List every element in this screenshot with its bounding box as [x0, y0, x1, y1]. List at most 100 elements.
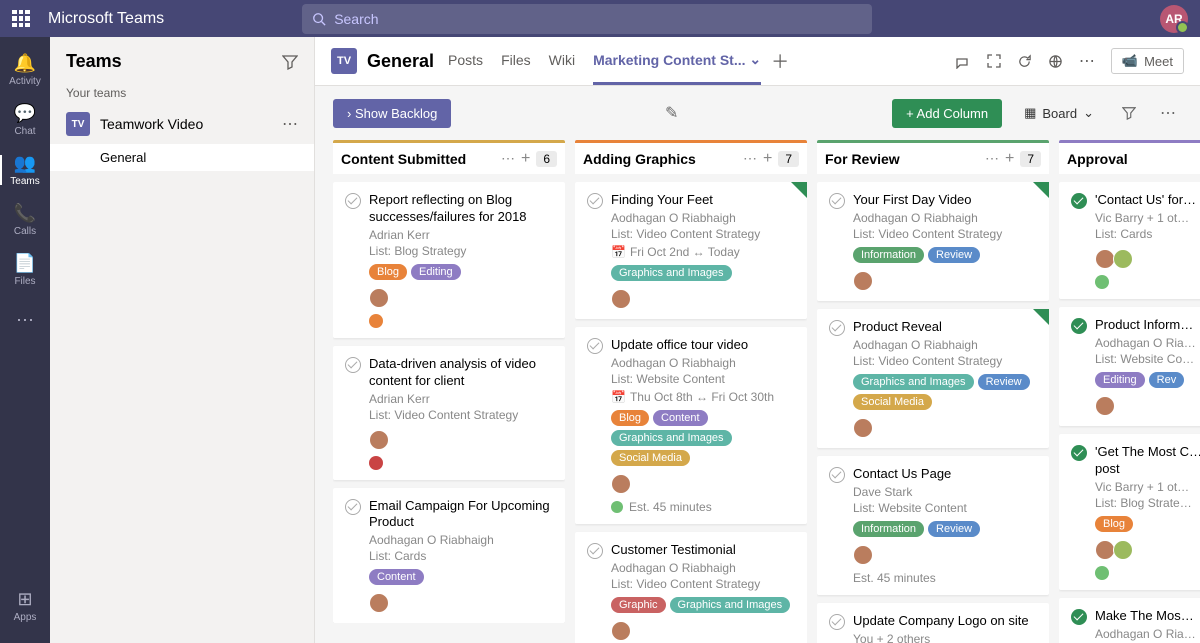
card[interactable]: 'Get The Most C…' Medium postVic Barry +… [1059, 434, 1200, 590]
column-header[interactable]: For Review ⋯ + 7 [817, 140, 1049, 174]
tab-wiki[interactable]: Wiki [549, 37, 575, 85]
card[interactable]: Update office tour videoAodhagan O Riabh… [575, 327, 807, 524]
check-icon[interactable] [1071, 193, 1087, 209]
column-more-icon[interactable]: ⋯ [501, 150, 515, 167]
teams-panel: Teams Your teams TV Teamwork Video ⋯ Gen… [50, 37, 315, 643]
check-icon[interactable] [1071, 445, 1087, 461]
assignee-avatar[interactable] [611, 621, 631, 641]
card-tags: BlogContentGraphics and ImagesSocial Med… [611, 410, 795, 466]
filter-icon[interactable] [282, 54, 298, 70]
check-icon[interactable] [345, 193, 361, 209]
rail-calls[interactable]: 📞Calls [0, 195, 50, 245]
check-icon[interactable] [829, 193, 845, 209]
card[interactable]: Data-driven analysis of video content fo… [333, 346, 565, 480]
card-list: List: Video Content Strategy [611, 227, 795, 241]
column-add-icon[interactable]: + [763, 150, 772, 168]
column-title: Content Submitted [341, 151, 495, 167]
column-add-icon[interactable]: + [1005, 150, 1014, 168]
add-column-button[interactable]: + Add Column [892, 99, 1002, 128]
team-row[interactable]: TV Teamwork Video ⋯ [50, 104, 314, 144]
tab-marketing[interactable]: Marketing Content St... ⌄ [593, 37, 761, 85]
assignee-avatar[interactable] [369, 593, 389, 613]
check-icon[interactable] [587, 193, 603, 209]
column-header[interactable]: Content Submitted ⋯ + 6 [333, 140, 565, 174]
channel-item[interactable]: General [50, 144, 314, 171]
card[interactable]: Report reflecting on Blog successes/fail… [333, 182, 565, 338]
card-tags: Blog [1095, 516, 1200, 532]
check-icon[interactable] [345, 357, 361, 373]
show-backlog-button[interactable]: › Show Backlog [333, 99, 451, 128]
rail-activity[interactable]: 🔔Activity [0, 45, 50, 95]
assignee-avatar[interactable] [1113, 540, 1133, 560]
card-owner: You + 2 others [853, 632, 1037, 643]
card[interactable]: Product Inform…Aodhagan O Ria…List: Webs… [1059, 307, 1200, 426]
add-tab-button[interactable]: ＋ [771, 48, 789, 74]
assignee-avatar[interactable] [369, 288, 389, 308]
expand-icon[interactable] [987, 54, 1001, 68]
check-icon[interactable] [829, 467, 845, 483]
check-icon[interactable] [1071, 609, 1087, 625]
card[interactable]: Make The Mos…Aodhagan O Ria… [1059, 598, 1200, 643]
tag: Review [928, 247, 980, 263]
teams-icon: 👥 [14, 153, 36, 174]
view-switcher[interactable]: ▦Board⌄ [1014, 99, 1104, 127]
assignee-avatar[interactable] [369, 430, 389, 450]
card[interactable]: Finding Your FeetAodhagan O RiabhaighLis… [575, 182, 807, 319]
column-header[interactable]: Adding Graphics ⋯ + 7 [575, 140, 807, 174]
rail-more[interactable]: ⋯ [0, 295, 50, 345]
chevron-down-icon: ⌄ [749, 51, 761, 68]
board: Content Submitted ⋯ + 6 Report reflectin… [315, 140, 1200, 643]
card-tags: BlogEditing [369, 264, 553, 280]
card[interactable]: Email Campaign For Upcoming ProductAodha… [333, 488, 565, 624]
pencil-icon[interactable]: ✎ [659, 97, 684, 129]
assignee-avatar[interactable] [611, 289, 631, 309]
assignee-avatar[interactable] [1095, 396, 1115, 416]
assignee-avatar[interactable] [611, 474, 631, 494]
more-icon[interactable]: ⋯ [1079, 51, 1095, 71]
card[interactable]: Contact Us PageDave StarkList: Website C… [817, 456, 1049, 595]
team-more-icon[interactable]: ⋯ [282, 114, 298, 134]
rail-chat[interactable]: 💬Chat [0, 95, 50, 145]
tab-posts[interactable]: Posts [448, 37, 483, 85]
assignee-avatar[interactable] [853, 418, 873, 438]
column-more-icon[interactable]: ⋯ [985, 150, 999, 167]
card[interactable]: Your First Day VideoAodhagan O Riabhaigh… [817, 182, 1049, 301]
column-header[interactable]: Approval ⋯ + [1059, 140, 1200, 174]
refresh-icon[interactable] [1017, 54, 1032, 69]
check-icon[interactable] [829, 320, 845, 336]
check-icon[interactable] [345, 499, 361, 515]
column-more-icon[interactable]: ⋯ [743, 150, 757, 167]
assignee-avatar[interactable] [1113, 249, 1133, 269]
more-icon[interactable]: ⋯ [1154, 97, 1182, 129]
rail-teams[interactable]: 👥Teams [0, 145, 50, 195]
assignee-avatar[interactable] [853, 271, 873, 291]
board-column: Content Submitted ⋯ + 6 Report reflectin… [333, 140, 565, 625]
filter-icon[interactable] [1116, 100, 1142, 126]
card-assignees [853, 418, 1037, 438]
app-launcher[interactable] [12, 10, 30, 28]
user-avatar[interactable]: AR [1160, 5, 1188, 33]
assignee-avatar[interactable] [1095, 249, 1115, 269]
tab-files[interactable]: Files [501, 37, 531, 85]
check-icon[interactable] [587, 338, 603, 354]
card[interactable]: Customer TestimonialAodhagan O Riabhaigh… [575, 532, 807, 643]
check-icon[interactable] [1071, 318, 1087, 334]
card[interactable]: Product RevealAodhagan O RiabhaighList: … [817, 309, 1049, 448]
card[interactable]: 'Contact Us' for…Vic Barry + 1 ot…List: … [1059, 182, 1200, 299]
card-date: 📅Thu Oct 8th ↔ Fri Oct 30th [611, 390, 795, 404]
card-assignees [369, 593, 553, 613]
column-add-icon[interactable]: + [521, 150, 530, 168]
rail-apps[interactable]: ⊞Apps [0, 581, 50, 631]
assignee-avatar[interactable] [853, 545, 873, 565]
card-assignees [611, 289, 795, 309]
card[interactable]: Update Company Logo on siteYou + 2 other… [817, 603, 1049, 643]
reply-icon[interactable] [955, 53, 971, 69]
meet-button[interactable]: 📹Meet [1111, 48, 1184, 74]
globe-icon[interactable] [1048, 54, 1063, 69]
search-bar[interactable] [302, 4, 872, 34]
rail-files[interactable]: 📄Files [0, 245, 50, 295]
check-icon[interactable] [829, 614, 845, 630]
check-icon[interactable] [587, 543, 603, 559]
search-input[interactable] [334, 11, 862, 27]
assignee-avatar[interactable] [1095, 540, 1115, 560]
